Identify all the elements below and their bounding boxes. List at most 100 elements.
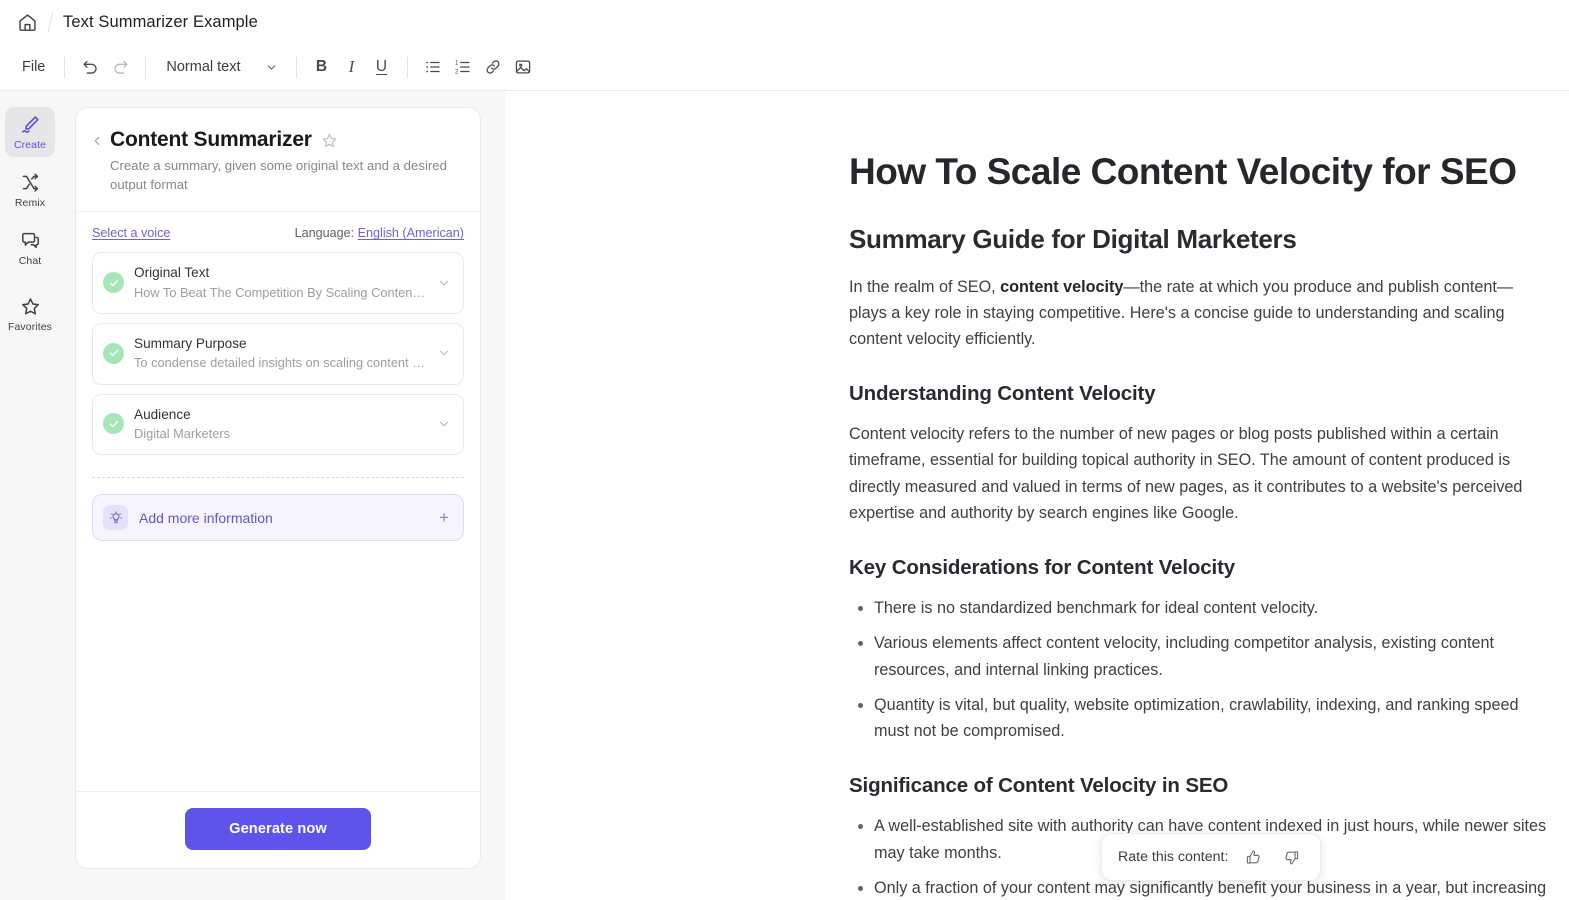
toolbar-divider xyxy=(64,56,66,78)
page-title[interactable]: Text Summarizer Example xyxy=(63,13,258,32)
document-heading-2: Summary Guide for Digital Marketers xyxy=(849,223,1297,254)
sidebar-item-favorites[interactable]: Favorites xyxy=(5,289,55,339)
toolbar-divider-4 xyxy=(406,56,408,78)
panel-title: Content Summarizer xyxy=(110,128,312,151)
section-2-heading: Key Considerations for Content Velocity xyxy=(849,556,1235,580)
language-value-link[interactable]: English (American) xyxy=(358,226,464,240)
document-area[interactable]: How To Scale Content Velocity for SEO Su… xyxy=(505,91,1569,900)
numbered-list-icon: 1 2 xyxy=(454,58,472,76)
home-icon xyxy=(17,12,38,33)
toolbar-divider-3 xyxy=(295,56,297,78)
svg-text:2: 2 xyxy=(455,69,459,75)
field-title: Summary Purpose xyxy=(134,336,247,352)
panel-meta-row: Select a voice Language: English (Americ… xyxy=(76,212,480,246)
undo-button[interactable] xyxy=(76,53,104,81)
text-style-dropdown[interactable]: Normal text xyxy=(157,55,284,79)
app-body: Create Remix Chat Favorites Content Summ… xyxy=(0,90,1569,900)
bulleted-list-button[interactable] xyxy=(419,53,447,81)
section-2-list: There is no standardized benchmark for i… xyxy=(849,595,1549,744)
numbered-list-button[interactable]: 1 2 xyxy=(449,53,477,81)
undo-icon xyxy=(81,58,100,77)
tool-panel-column: Content Summarizer Create a summary, giv… xyxy=(60,91,505,900)
sidebar-item-create-label: Create xyxy=(13,139,47,151)
chevron-down-icon[interactable] xyxy=(437,276,451,290)
left-nav-rail: Create Remix Chat Favorites xyxy=(0,91,60,900)
field-summary-purpose[interactable]: Summary Purpose To condense detailed ins… xyxy=(92,323,464,385)
intro-text-before: In the realm of SEO, xyxy=(849,277,1001,296)
insert-image-button[interactable] xyxy=(509,53,537,81)
back-button[interactable] xyxy=(90,128,104,194)
sidebar-item-create[interactable]: Create xyxy=(5,107,55,157)
field-audience[interactable]: Audience Digital Marketers xyxy=(92,393,464,456)
insert-link-button[interactable] xyxy=(479,53,507,81)
section-3-heading: Significance of Content Velocity in SEO xyxy=(849,774,1229,798)
chat-bubbles-icon xyxy=(20,230,41,251)
list-item: Various elements affect content velocity… xyxy=(874,630,1549,682)
list-item: There is no standardized benchmark for i… xyxy=(874,595,1549,621)
star-outline-icon[interactable] xyxy=(321,132,338,149)
document-intro-paragraph: In the realm of SEO, content velocity—th… xyxy=(849,274,1549,353)
section-1-heading: Understanding Content Velocity xyxy=(849,382,1156,406)
redo-icon xyxy=(111,58,130,77)
add-more-information-label: Add more information xyxy=(139,509,273,526)
language-label: Language: xyxy=(294,226,355,241)
chevron-down-icon xyxy=(265,61,278,74)
thumbs-up-button[interactable] xyxy=(1240,844,1266,870)
rate-content-popup: Rate this content: xyxy=(1101,833,1322,881)
bold-button[interactable]: B xyxy=(308,53,336,81)
field-original-text[interactable]: Original Text How To Beat The Competitio… xyxy=(92,252,464,315)
editor-toolbar: File Normal text B I U 1 2 xyxy=(0,44,1569,90)
section-1-body: Content velocity refers to the number of… xyxy=(849,425,1523,522)
toolbar-divider-2 xyxy=(145,56,147,78)
sidebar-item-chat[interactable]: Chat xyxy=(5,223,55,273)
section-divider xyxy=(92,477,464,479)
pencil-icon xyxy=(20,114,41,135)
underline-button[interactable]: U xyxy=(368,53,396,81)
select-voice-link[interactable]: Select a voice xyxy=(92,226,170,240)
italic-button[interactable]: I xyxy=(338,53,366,81)
document-content: How To Scale Content Velocity for SEO Su… xyxy=(505,91,1569,900)
thumbs-up-icon xyxy=(1245,849,1262,866)
link-icon xyxy=(484,58,502,76)
generate-now-button[interactable]: Generate now xyxy=(185,808,371,850)
content-summarizer-panel: Content Summarizer Create a summary, giv… xyxy=(75,107,481,869)
field-value: To condense detailed insights on scaling… xyxy=(134,355,427,371)
rate-content-label: Rate this content: xyxy=(1118,849,1229,865)
field-value: Digital Marketers xyxy=(134,425,231,441)
sidebar-item-favorites-label: Favorites xyxy=(7,321,53,333)
star-icon xyxy=(20,296,41,317)
intro-bold-term: content velocity xyxy=(1000,277,1124,296)
chevron-down-icon[interactable] xyxy=(437,346,451,360)
check-icon xyxy=(103,342,124,364)
shuffle-icon xyxy=(20,172,41,193)
chevron-down-icon[interactable] xyxy=(437,417,451,431)
sidebar-item-remix[interactable]: Remix xyxy=(5,165,55,215)
panel-subtitle: Create a summary, given some original te… xyxy=(110,158,447,192)
text-style-label: Normal text xyxy=(166,59,241,75)
list-item: Quantity is vital, but quality, website … xyxy=(874,692,1549,744)
file-menu-button[interactable]: File xyxy=(14,53,53,81)
lightbulb-icon xyxy=(103,505,128,531)
breadcrumb-separator xyxy=(47,12,54,32)
thumbs-down-button[interactable] xyxy=(1278,844,1304,870)
panel-footer: Generate now xyxy=(76,791,480,868)
redo-button[interactable] xyxy=(106,53,134,81)
sidebar-item-chat-label: Chat xyxy=(18,255,42,267)
field-title: Original Text xyxy=(134,265,210,281)
check-icon xyxy=(103,413,124,435)
svg-text:1: 1 xyxy=(455,60,459,66)
image-icon xyxy=(514,58,532,76)
sidebar-item-remix-label: Remix xyxy=(14,197,46,209)
field-title: Audience xyxy=(134,406,191,422)
panel-header: Content Summarizer Create a summary, giv… xyxy=(76,108,480,213)
home-button[interactable] xyxy=(12,7,42,37)
top-bar: Text Summarizer Example xyxy=(0,0,1569,44)
check-icon xyxy=(103,272,124,294)
thumbs-down-icon xyxy=(1283,849,1300,866)
input-fields-list: Original Text How To Beat The Competitio… xyxy=(76,246,480,456)
panel-spacer xyxy=(76,541,480,791)
plus-icon[interactable]: + xyxy=(439,509,449,526)
field-value: How To Beat The Competition By Scaling C… xyxy=(134,284,427,300)
document-heading-1: How To Scale Content Velocity for SEO xyxy=(849,151,1517,192)
add-more-information-button[interactable]: Add more information + xyxy=(92,494,464,542)
